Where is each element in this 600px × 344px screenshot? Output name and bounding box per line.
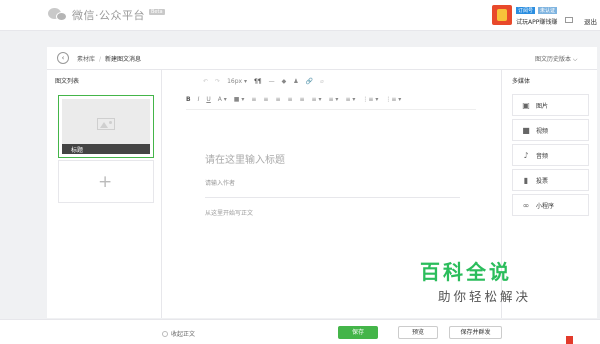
history-versions-dropdown[interactable]: 图文历史版本 ⌵ (535, 54, 577, 64)
save-and-send-button[interactable]: 保存并群发 (449, 326, 502, 339)
collapse-body-toggle[interactable]: 收起正文 (162, 329, 195, 338)
background-color-icon[interactable]: ■ ▾ (234, 96, 245, 103)
title-input[interactable]: 请在这里输入标题 (205, 151, 285, 166)
media-item-audio[interactable]: ♪ 音频 (512, 144, 589, 166)
media-item-label: 投票 (536, 177, 549, 185)
media-item-label: 图片 (536, 102, 549, 110)
undo-icon[interactable]: ↶ (203, 78, 208, 85)
vote-icon: ▮ (523, 175, 529, 185)
media-item-label: 视频 (536, 127, 549, 135)
beta-badge: Beta (149, 9, 165, 15)
add-article-button[interactable]: + (58, 160, 154, 203)
top-bar: 微信·公众平台 Beta 订阅号 未认证 试玩APP赚钱赚 退出 (0, 0, 600, 31)
breadcrumb-material-library[interactable]: 素材库 (77, 56, 95, 63)
body-editor[interactable]: 从这里开始写正文 (205, 208, 253, 217)
media-item-label: 小程序 (536, 202, 555, 210)
cover-image-placeholder: 标题 (62, 99, 150, 154)
logout-link[interactable]: 退出 (584, 16, 597, 26)
author-divider (205, 197, 460, 198)
redo-icon[interactable]: ↷ (215, 78, 220, 85)
save-button[interactable]: 保存 (338, 326, 378, 339)
line-height-icon[interactable]: ≡ ▾ (345, 96, 355, 103)
radio-icon (162, 330, 168, 337)
underline-icon[interactable]: U (206, 96, 210, 103)
align-left-icon[interactable]: ≡ (263, 96, 268, 103)
collapse-body-label: 收起正文 (171, 331, 196, 338)
image-icon (97, 118, 115, 130)
panel-header: ‹ 素材库 / 新建图文消息 图文历史版本 ⌵ (47, 47, 597, 70)
bottom-action-bar: 收起正文 保存 预览 保存并群发 (0, 319, 600, 344)
media-item-video[interactable]: ■ 视频 (512, 119, 589, 141)
mini-program-icon: ∞ (522, 200, 530, 210)
link-icon[interactable]: 🔗 (306, 78, 313, 85)
media-item-image[interactable]: ▣ 图片 (512, 94, 589, 116)
breadcrumb: 素材库 / 新建图文消息 (77, 54, 141, 63)
breadcrumb-current: 新建图文消息 (105, 56, 142, 63)
preview-button[interactable]: 预览 (398, 326, 438, 339)
author-input[interactable]: 请输入作者 (205, 178, 235, 187)
wechat-logo[interactable]: 微信·公众平台 Beta (48, 7, 165, 23)
blockquote-icon[interactable]: ¶¶ (254, 78, 262, 85)
font-size-select[interactable]: 16px ▾ (227, 78, 247, 85)
image-icon: ▣ (522, 100, 530, 110)
cover-title: 标题 (71, 147, 84, 154)
media-item-mini-program[interactable]: ∞ 小程序 (512, 194, 589, 216)
horizontal-rule-icon[interactable]: — (269, 78, 275, 85)
ordered-list-icon[interactable]: ⋮≡ ▾ (385, 96, 401, 103)
watermark-title: 百科全说 (420, 260, 512, 284)
unordered-list-icon[interactable]: ⋮≡ ▾ (362, 96, 378, 103)
watermark-subtitle: 助你轻松解决 (438, 289, 532, 304)
toolbar-divider (186, 109, 476, 110)
italic-icon[interactable]: I (198, 96, 200, 103)
toolbar-row-2: B I U A ▾ ■ ▾ ≡ ≡ ≡ ≡ ≡ ≡ ▾ ≡ ▾ ≡ ▾ ⋮≡ ▾… (186, 93, 446, 105)
message-icon[interactable] (565, 17, 573, 23)
account-name[interactable]: 试玩APP赚钱赚 (516, 17, 557, 26)
corner-logo (566, 336, 600, 344)
paragraph-spacing-before-icon[interactable]: ≡ ▾ (312, 96, 322, 103)
avatar[interactable] (492, 5, 512, 25)
indent-icon[interactable]: ≡ (251, 96, 256, 103)
account-area: 订阅号 未认证 试玩APP赚钱赚 退出 (492, 5, 598, 27)
watermark: 百科全说 助你轻松解决 (410, 256, 570, 314)
microphone-icon: ♪ (523, 150, 529, 160)
unlink-icon[interactable]: ⌀ (320, 78, 324, 85)
multimedia-list: ▣ 图片 ■ 视频 ♪ 音频 ▮ 投票 ∞ 小程序 (512, 94, 589, 219)
bold-icon[interactable]: B (186, 96, 191, 103)
font-color-icon[interactable]: A ▾ (218, 96, 227, 103)
format-painter-icon[interactable]: ◆ (282, 78, 287, 85)
media-item-vote[interactable]: ▮ 投票 (512, 169, 589, 191)
plus-icon: + (98, 172, 113, 192)
article-list: 图文列表 标题 + (47, 70, 162, 318)
breadcrumb-separator: / (99, 56, 102, 63)
video-icon: ■ (522, 125, 530, 135)
article-list-title: 图文列表 (55, 78, 80, 85)
align-right-icon[interactable]: ≡ (287, 96, 292, 103)
media-item-label: 音频 (536, 152, 549, 160)
toolbar-row-1: ↶ ↷ 16px ▾ ¶¶ — ◆ ♟ 🔗 ⌀ (203, 75, 383, 87)
justify-icon[interactable]: ≡ (300, 96, 305, 103)
back-button[interactable]: ‹ (57, 52, 69, 64)
multimedia-title: 多媒体 (512, 78, 531, 85)
clear-format-icon[interactable]: ♟ (293, 78, 298, 85)
brand-icon (566, 336, 573, 344)
verification-badge: 未认证 (538, 7, 558, 14)
article-cover-card[interactable]: 标题 (58, 95, 154, 158)
cover-title-bar: 标题 (62, 144, 150, 154)
align-center-icon[interactable]: ≡ (275, 96, 280, 103)
wechat-icon (48, 7, 68, 23)
logo-text: 微信·公众平台 (72, 9, 145, 22)
account-type-badge: 订阅号 (516, 7, 536, 14)
paragraph-spacing-after-icon[interactable]: ≡ ▾ (329, 96, 339, 103)
